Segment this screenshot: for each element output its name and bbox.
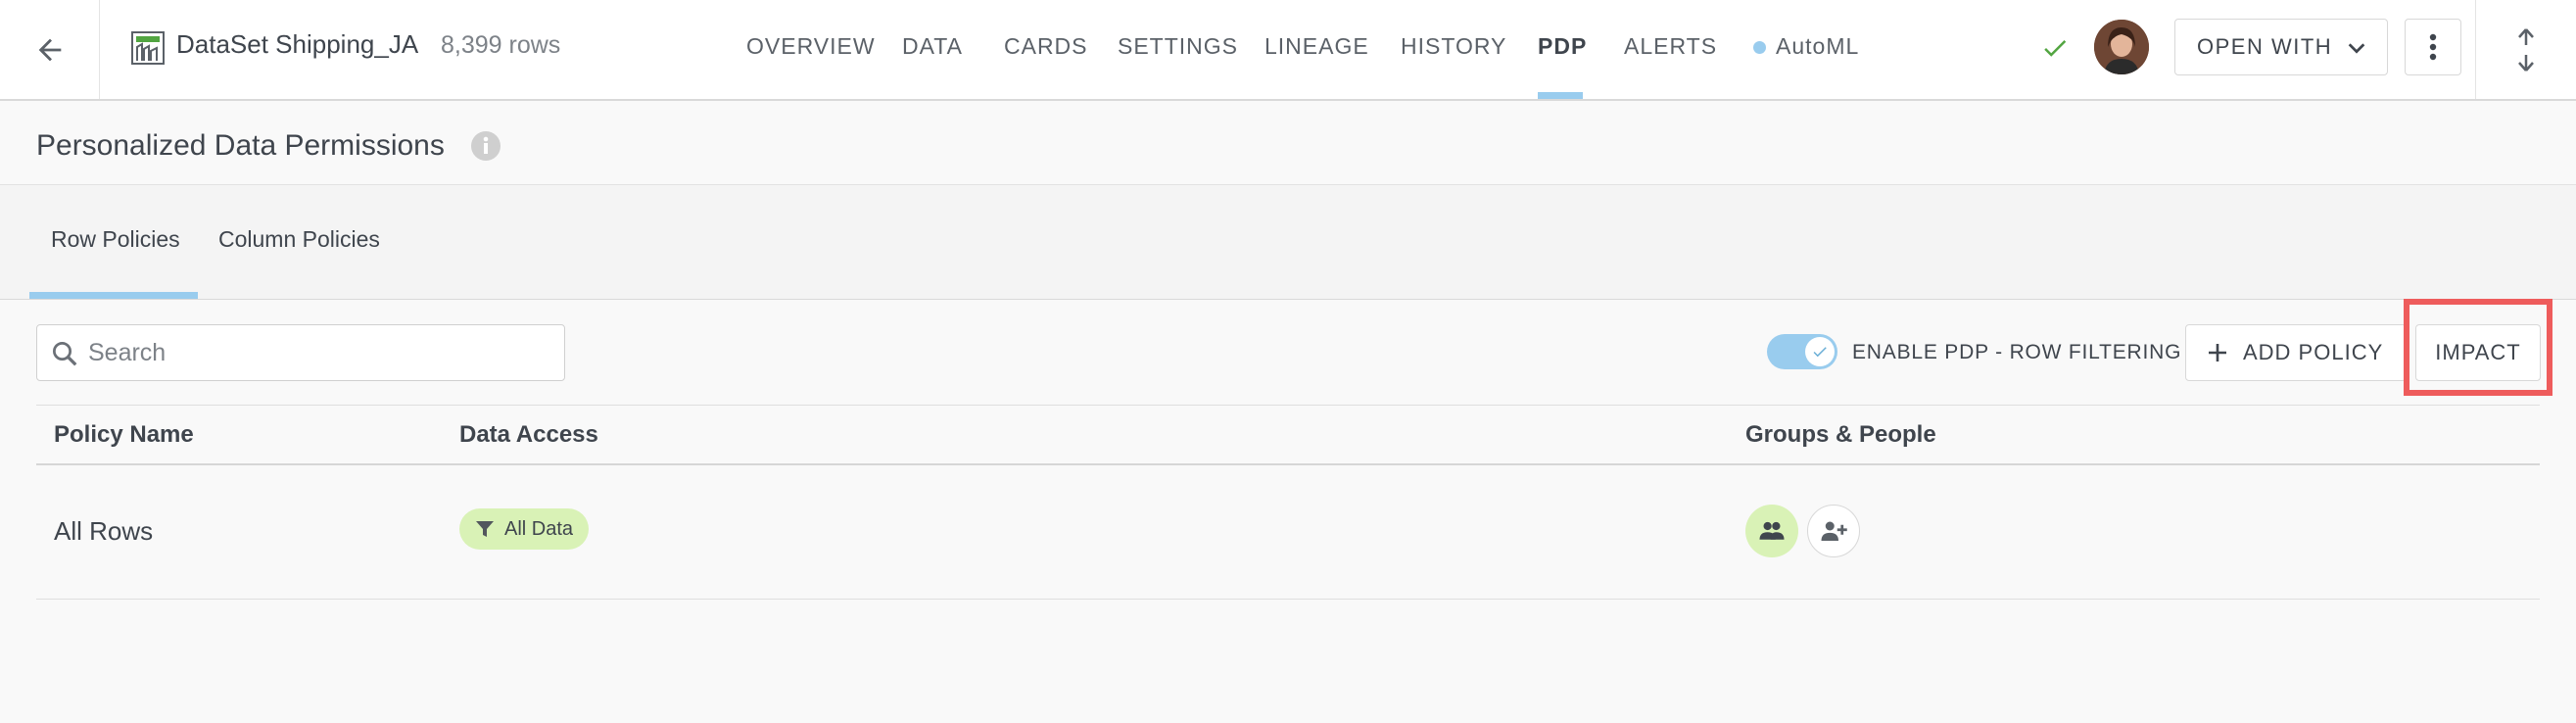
active-subtab-indicator [29,292,198,299]
open-with-button[interactable]: OPEN WITH [2174,19,2388,75]
tab-history[interactable]: HISTORY [1401,33,1506,60]
dataset-name[interactable]: DataSet Shipping_JA [176,29,418,60]
table-row[interactable]: All Rows All Data [36,465,2540,600]
table-header: Policy Name Data Access Groups & People [36,405,2540,465]
tab-lineage[interactable]: LINEAGE [1264,33,1369,60]
policy-name-cell[interactable]: All Rows [54,516,153,547]
enable-pdp-toggle[interactable] [1767,334,1837,369]
tab-settings[interactable]: SETTINGS [1118,33,1238,60]
top-bar: DataSet Shipping_JA 8,399 rows OVERVIEW … [0,0,2576,101]
tab-alerts[interactable]: ALERTS [1624,33,1717,60]
tab-data[interactable]: DATA [902,33,963,60]
tab-row-policies[interactable]: Row Policies [51,226,180,253]
check-icon [2044,40,2067,57]
person-add-icon [1821,521,1847,541]
group-icon [1759,521,1785,540]
group-button[interactable] [1745,505,1798,557]
kebab-icon [2429,33,2437,61]
impact-button[interactable]: IMPACT [2415,324,2541,381]
add-person-button[interactable] [1807,505,1860,557]
dataset-grid-icon [131,31,165,65]
tab-cards[interactable]: CARDS [1004,33,1088,60]
more-options-button[interactable] [2405,19,2461,75]
add-policy-button[interactable]: ADD POLICY [2185,324,2407,381]
plus-icon [2209,344,2226,362]
avatar[interactable] [2094,20,2149,74]
search-field[interactable] [36,324,565,381]
check-icon [1813,347,1827,358]
dataset-row-count: 8,399 rows [441,31,561,59]
policy-subtabs: Row Policies Column Policies [0,184,2576,300]
info-icon[interactable] [470,130,501,162]
column-header-policy-name[interactable]: Policy Name [54,421,194,449]
tab-automl[interactable]: AutoML [1776,33,1859,60]
search-input[interactable] [88,333,549,372]
enable-pdp-label: ENABLE PDP - ROW FILTERING [1852,341,2182,363]
search-icon [53,342,77,366]
back-button[interactable] [0,0,100,99]
page-title: Personalized Data Permissions [36,129,445,162]
filter-icon [476,521,494,537]
expand-collapse-button[interactable] [2475,0,2576,99]
tab-overview[interactable]: OVERVIEW [746,33,876,60]
tab-column-policies[interactable]: Column Policies [218,226,380,253]
automl-status-dot [1753,41,1766,54]
expand-vertical-icon [2518,27,2534,72]
data-access-label: All Data [504,517,574,540]
active-tab-indicator [1538,92,1583,99]
tab-pdp[interactable]: PDP [1538,33,1587,60]
column-header-data-access[interactable]: Data Access [459,421,598,449]
column-header-groups-people[interactable]: Groups & People [1745,421,1936,449]
open-with-label: OPEN WITH [2197,34,2333,59]
add-policy-label: ADD POLICY [2243,340,2384,364]
arrow-left-icon [38,38,61,61]
chevron-down-icon [2348,43,2365,54]
user-avatar-image [2094,20,2149,74]
data-access-chip[interactable]: All Data [459,508,590,550]
toggle-knob [1805,337,1835,366]
impact-label: IMPACT [2435,340,2521,364]
